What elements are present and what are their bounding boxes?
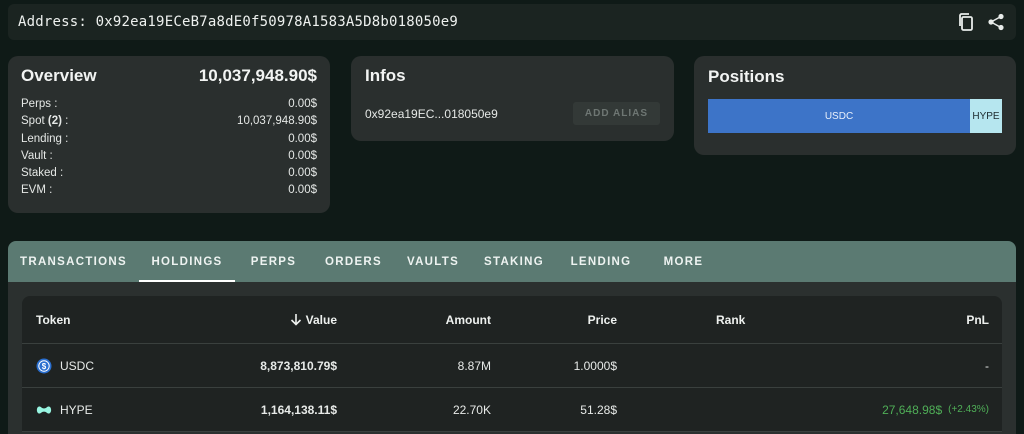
overview-label: Perps : <box>21 98 58 110</box>
token-amount: 8.87M <box>457 358 491 373</box>
pnl-percent: (+2.43%) <box>948 404 989 415</box>
positions-title: Positions <box>708 67 785 86</box>
overview-value: 0.00$ <box>288 132 317 145</box>
table-header: Token Value Amount Price Rank PnL <box>22 296 1002 344</box>
positions-segment-usdc[interactable]: USDC <box>708 99 970 133</box>
address-actions <box>956 12 1006 32</box>
share-icon[interactable] <box>986 12 1006 32</box>
overview-label: Lending : <box>21 132 69 145</box>
overview-value: 10,037,948.90$ <box>237 115 317 128</box>
header-amount[interactable]: Amount <box>446 296 491 343</box>
tab-holdings[interactable]: HOLDINGS <box>139 241 235 282</box>
overview-row-perps: Perps : 0.00$ <box>21 96 317 113</box>
tab-more[interactable]: MORE <box>645 241 722 282</box>
overview-value: 0.00$ <box>288 167 317 180</box>
copy-icon[interactable] <box>956 12 976 32</box>
overview-value: 0.00$ <box>288 184 317 197</box>
arrow-down-icon <box>290 313 302 326</box>
token-price: 1.0000$ <box>573 358 617 373</box>
token-name: HYPE <box>60 402 93 417</box>
positions-bar: USDC HYPE <box>708 99 1002 133</box>
overview-label: Staked : <box>21 167 64 180</box>
overview-label: Spot (2) : <box>21 115 69 128</box>
infos-short-address: 0x92ea19EC...018050e9 <box>365 106 498 121</box>
token-pnl: 27,648.98$ (+2.43%) <box>882 388 989 431</box>
token-pnl: - <box>985 358 989 373</box>
token-amount: 22.70K <box>452 402 491 417</box>
token-name: USDC <box>60 358 95 373</box>
header-rank[interactable]: Rank <box>716 296 745 343</box>
overview-title: Overview <box>21 66 97 85</box>
pnl-amount: 27,648.98$ <box>882 402 943 417</box>
overview-row-vault: Vault : 0.00$ <box>21 148 317 165</box>
token-value: 1,164,138.11$ <box>260 402 337 417</box>
header-price[interactable]: Price <box>588 296 617 343</box>
svg-text:$: $ <box>42 362 47 371</box>
positions-card: Positions USDC HYPE <box>694 56 1016 155</box>
add-alias-button[interactable]: ADD ALIAS <box>572 102 660 125</box>
infos-title: Infos <box>365 66 406 85</box>
overview-label: Vault : <box>21 149 53 162</box>
overview-row-lending: Lending : 0.00$ <box>21 131 317 148</box>
overview-card: Overview 10,037,948.90$ Perps : 0.00$ Sp… <box>8 56 330 213</box>
hype-icon <box>36 402 52 418</box>
usdc-icon: $ <box>36 358 52 374</box>
token-price: 51.28$ <box>580 402 617 417</box>
token-value: 8,873,810.79$ <box>260 358 337 373</box>
tab-orders[interactable]: ORDERS <box>312 241 395 282</box>
overview-value: 0.00$ <box>288 149 317 162</box>
table-row[interactable]: HYPE 1,164,138.11$ 22.70K 51.28$ 27,648.… <box>22 388 1002 432</box>
overview-label: EVM : <box>21 184 53 197</box>
tab-vaults[interactable]: VAULTS <box>395 241 471 282</box>
overview-total: 10,037,948.90$ <box>198 66 317 85</box>
tab-lending[interactable]: LENDING <box>557 241 645 282</box>
spot-count: (2) <box>47 115 62 128</box>
header-value[interactable]: Value <box>290 296 337 343</box>
overview-row-spot: Spot (2) : 10,037,948.90$ <box>21 113 317 130</box>
overview-value: 0.00$ <box>288 98 317 110</box>
address-bar: Address: 0x92ea19ECeB7a8dE0f50978A1583A5… <box>8 4 1016 40</box>
positions-segment-hype[interactable]: HYPE <box>970 99 1002 133</box>
table-row[interactable]: $ USDC 8,873,810.79$ 8.87M 1.0000$ - <box>22 344 1002 388</box>
address-text: Address: 0x92ea19ECeB7a8dE0f50978A1583A5… <box>18 14 459 30</box>
header-token[interactable]: Token <box>36 296 70 343</box>
overview-row-evm: EVM : 0.00$ <box>21 182 317 199</box>
holdings-table: Token Value Amount Price Rank PnL $ USDC… <box>22 296 1002 432</box>
tab-bar: TRANSACTIONS HOLDINGS PERPS ORDERS VAULT… <box>8 241 1016 282</box>
infos-card: Infos 0x92ea19EC...018050e9 ADD ALIAS <box>351 56 674 141</box>
tab-perps[interactable]: PERPS <box>235 241 312 282</box>
tab-transactions[interactable]: TRANSACTIONS <box>8 241 139 282</box>
tab-staking[interactable]: STAKING <box>471 241 557 282</box>
overview-row-staked: Staked : 0.00$ <box>21 165 317 182</box>
header-pnl[interactable]: PnL <box>966 296 989 343</box>
